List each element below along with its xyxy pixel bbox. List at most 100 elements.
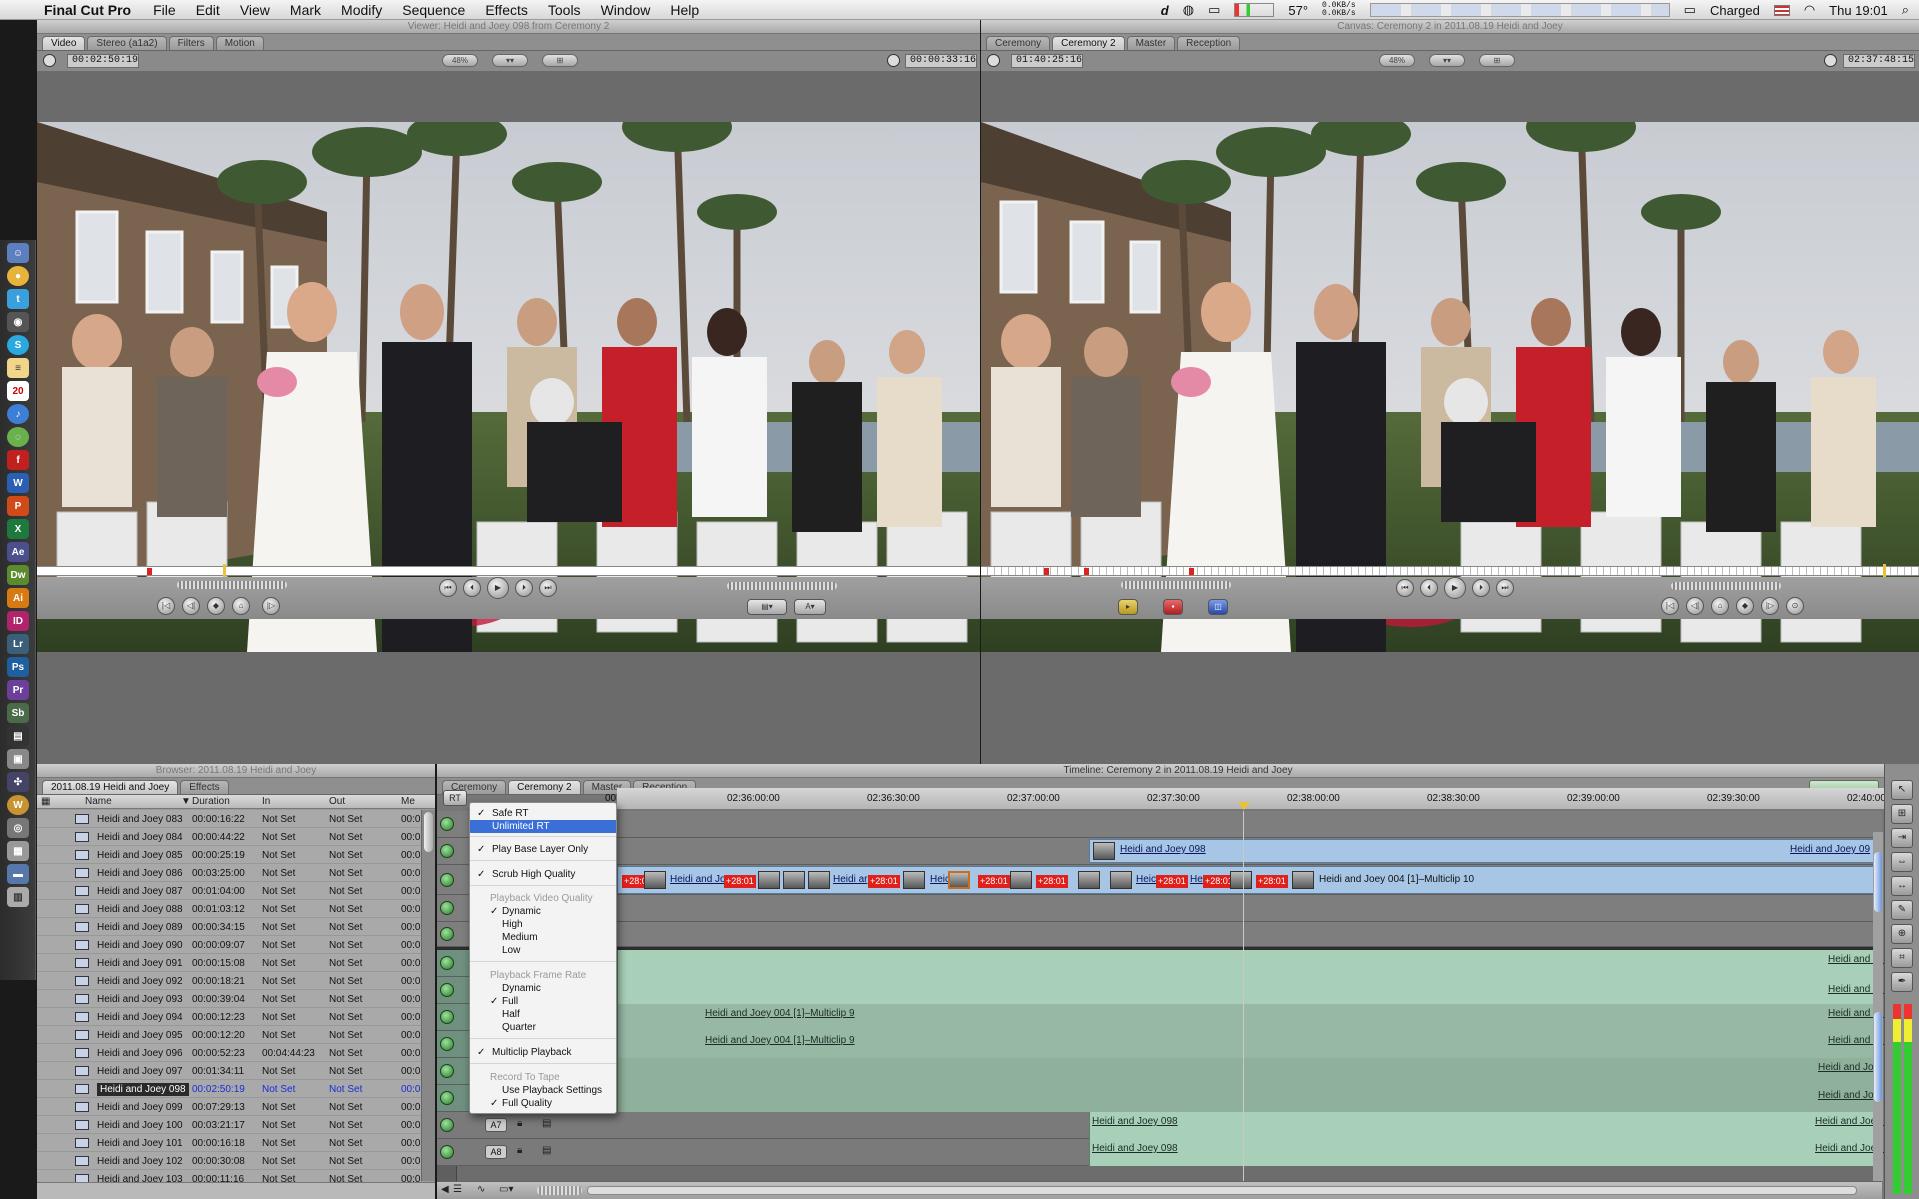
wordpress-icon[interactable]: W — [7, 795, 29, 815]
browser-scrollbar[interactable] — [421, 810, 435, 1181]
audio-controls-icon[interactable]: ◀ — [441, 1184, 449, 1195]
menu-view[interactable]: View — [230, 2, 280, 18]
auto-select-icon[interactable]: ▤ — [542, 1118, 551, 1129]
spotify-icon[interactable]: ◌ — [7, 427, 29, 447]
timeline-playhead-line[interactable] — [1243, 811, 1244, 1181]
clapper-icon[interactable]: ▤ — [7, 726, 29, 746]
replace-edit-button[interactable]: ◫ — [1208, 599, 1228, 615]
browser-row[interactable]: Heidi and Joey 099 00:07:29:13 Not Set Not … — [37, 1098, 421, 1116]
premiere-icon[interactable]: Pr — [7, 680, 29, 700]
previous-edit-button[interactable]: ⏮ — [1396, 579, 1414, 597]
track-v-empty[interactable] — [437, 922, 1882, 947]
rt-button[interactable]: RT — [443, 790, 467, 806]
tab-stereo[interactable]: Stereo (a1a2) — [87, 36, 167, 50]
menu-edit[interactable]: Edit — [186, 2, 230, 18]
next-edit-button[interactable]: ⏭ — [539, 579, 557, 597]
dashboard-icon[interactable]: d — [1161, 3, 1169, 18]
app-icon[interactable]: ✣ — [7, 772, 29, 792]
illustrator-icon[interactable]: Ai — [7, 588, 29, 608]
battery-status[interactable]: Charged — [1710, 3, 1760, 18]
track-visibility-toggle[interactable] — [440, 844, 454, 858]
shuttle-control[interactable] — [1121, 581, 1231, 589]
track-label-a8[interactable]: A8 — [485, 1145, 507, 1159]
menu-modify[interactable]: Modify — [331, 2, 392, 18]
browser-row[interactable]: Heidi and Joey 094 00:00:12:23 Not Set Not … — [37, 1008, 421, 1026]
shuttle-control[interactable] — [177, 581, 287, 589]
track-v2[interactable]: Heidi and Joey 098 Heidi and Joey 09 — [437, 838, 1882, 865]
timeline-horizontal-scrollbar[interactable] — [587, 1186, 1857, 1195]
browser-row[interactable]: Heidi and Joey 095 00:00:12:20 Not Set Not … — [37, 1026, 421, 1044]
powerpoint-icon[interactable]: P — [7, 496, 29, 516]
track-layout-icon[interactable]: ▭▾ — [499, 1184, 513, 1195]
browser-row[interactable]: Heidi and Joey 096 00:00:52:23 00:04:44:23… — [37, 1044, 421, 1062]
roll-tool-icon[interactable]: ⇔ — [1891, 852, 1913, 872]
menu-item-quality-dynamic[interactable]: ✓ Dynamic — [470, 905, 616, 918]
twitter-icon[interactable]: t — [7, 289, 29, 309]
menu-sequence[interactable]: Sequence — [392, 2, 475, 18]
zoom-tool-icon[interactable]: ⊕ — [1891, 924, 1913, 944]
menu-item-scrub-high-quality[interactable]: ✓ Scrub High Quality — [470, 868, 616, 881]
track-visibility-toggle[interactable] — [440, 873, 454, 887]
track-audible-toggle[interactable] — [440, 1064, 454, 1078]
finder-icon[interactable]: ☺ — [7, 243, 29, 263]
menu-item-quality-medium[interactable]: Medium — [470, 931, 616, 944]
tab-ceremony-2[interactable]: Ceremony 2 — [508, 780, 581, 794]
flash-icon[interactable]: f — [7, 450, 29, 470]
browser-row[interactable]: Heidi and Joey 098 00:02:50:19 Not Set Not … — [37, 1080, 421, 1098]
clip-keyframes-icon[interactable]: ∿ — [477, 1184, 485, 1195]
pen-tool-icon[interactable]: ✒ — [1891, 972, 1913, 992]
skype-icon[interactable]: S — [7, 335, 29, 355]
track-visibility-toggle[interactable] — [440, 817, 454, 831]
excel-icon[interactable]: X — [7, 519, 29, 539]
browser-row[interactable]: Heidi and Joey 092 00:00:18:21 Not Set Not … — [37, 972, 421, 990]
crop-tool-icon[interactable]: ⌗ — [1891, 948, 1913, 968]
mark-out-button[interactable]: |▷ — [262, 597, 280, 615]
browser-row[interactable]: Heidi and Joey 097 00:01:34:11 Not Set Not … — [37, 1062, 421, 1080]
menu-help[interactable]: Help — [660, 2, 709, 18]
browser-horizontal-scrollbar[interactable] — [37, 1182, 435, 1199]
viewer-view-popup[interactable]: ▾▾ — [492, 54, 528, 67]
after-effects-icon[interactable]: Ae — [7, 542, 29, 562]
canvas-overlay-popup[interactable]: ⊞ — [1479, 54, 1515, 67]
tab-effects[interactable]: Effects — [180, 780, 229, 794]
playhead-icon[interactable] — [223, 564, 226, 578]
auto-select-icon[interactable]: ▤ — [542, 1145, 551, 1156]
menu-file[interactable]: File — [143, 2, 186, 18]
menu-item-rate-half[interactable]: Half — [470, 1008, 616, 1021]
audio-clip[interactable]: Heidi and Joe — [617, 1085, 1882, 1112]
previous-edit-button[interactable]: ⏮ — [439, 579, 457, 597]
browser-row[interactable]: Heidi and Joey 086 00:03:25:00 Not Set Not … — [37, 864, 421, 882]
menu-item-rate-full[interactable]: ✓ Full — [470, 995, 616, 1008]
lock-icon[interactable]: 🔒︎ — [517, 1118, 522, 1129]
monitor-icon[interactable]: ▭ — [1208, 2, 1220, 18]
browser-row[interactable]: Heidi and Joey 100 00:03:21:17 Not Set Not … — [37, 1116, 421, 1134]
lightroom-icon[interactable]: Lr — [7, 634, 29, 654]
playhead-icon[interactable] — [1883, 564, 1886, 578]
edit-selection-tool-icon[interactable]: ⊞ — [1891, 804, 1913, 824]
mark-out-button[interactable]: |▷ — [1761, 597, 1779, 615]
menu-clock[interactable]: Thu 19:01 — [1829, 3, 1888, 18]
track-a1[interactable]: Heidi and Joe — [437, 950, 1889, 977]
viewer-duration-timecode[interactable]: 00:02:50:19 — [67, 54, 139, 68]
column-in[interactable]: In — [262, 796, 270, 807]
track-audible-toggle[interactable] — [440, 956, 454, 970]
browser-row[interactable]: Heidi and Joey 091 00:00:15:08 Not Set Not … — [37, 954, 421, 972]
photos-icon[interactable]: ▣ — [7, 749, 29, 769]
track-audible-toggle[interactable] — [440, 1037, 454, 1051]
word-icon[interactable]: W — [7, 473, 29, 493]
flag-icon[interactable] — [1773, 4, 1790, 16]
column-media-start[interactable]: Me — [401, 796, 415, 807]
photoshop-icon[interactable]: Ps — [7, 657, 29, 677]
track-a3[interactable]: Heidi and Joey 004 [1]–Multiclip 9 Heidi… — [437, 1004, 1889, 1031]
track-visibility-toggle[interactable] — [440, 927, 454, 941]
canvas-zoom-popup[interactable]: 48% — [1379, 54, 1415, 67]
timeline-vertical-scrollbar[interactable] — [1873, 832, 1883, 1181]
menu-item-safe-rt[interactable]: ✓ Safe RT — [470, 807, 616, 820]
audio-clip[interactable]: Heidi and Joe — [617, 1058, 1882, 1085]
slip-tool-icon[interactable]: ↔ — [1891, 876, 1913, 896]
track-v1[interactable]: +28:01 Heidi and Joey +28:01 Heidi ar +2… — [437, 865, 1882, 895]
browser-view-icon[interactable]: ▦ — [41, 796, 50, 807]
track-a7[interactable]: A7 🔒︎ ▤ Heidi and Joey 098 Heidi and Joe… — [437, 1112, 1895, 1139]
multiclip-track-content[interactable]: +28:01 Heidi and Joey +28:01 Heidi ar +2… — [617, 866, 1882, 894]
sort-icon[interactable]: ▼ — [181, 796, 191, 807]
